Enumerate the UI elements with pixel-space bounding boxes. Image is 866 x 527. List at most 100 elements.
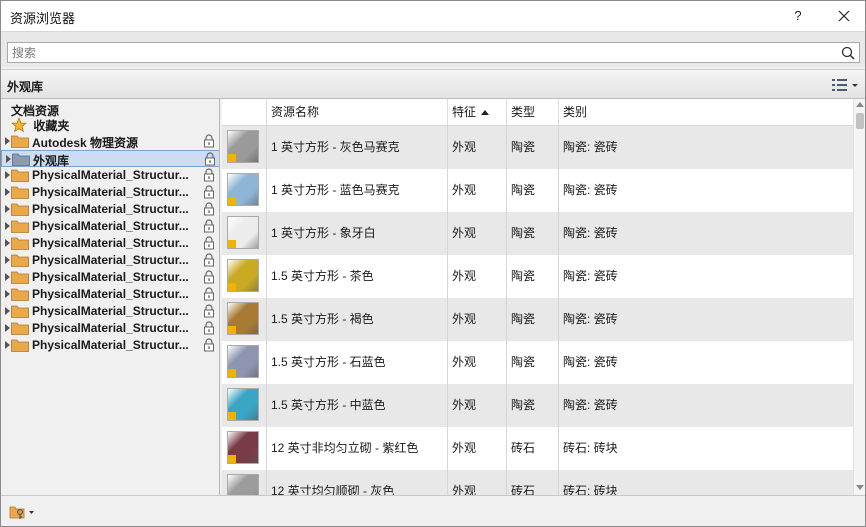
expand-arrow-icon[interactable] (5, 137, 10, 145)
tree-item[interactable]: PhysicalMaterial_Structur... (1, 337, 219, 354)
tree-item[interactable]: PhysicalMaterial_Structur... (1, 201, 219, 218)
help-button[interactable]: ? (783, 5, 813, 27)
tree-item-label: PhysicalMaterial_Structur... (32, 253, 189, 267)
name-cell: 1 英寸方形 - 象牙白 (267, 212, 448, 255)
category-cell: 砖石: 砖块 (563, 441, 618, 455)
tree-item[interactable]: 外观库 (1, 150, 219, 168)
name-cell: 1.5 英寸方形 - 石蓝色 (267, 341, 448, 384)
name-cell: 12 英寸均匀顺砌 - 灰色 (267, 470, 448, 495)
material-swatch (227, 173, 259, 206)
tree-item[interactable]: PhysicalMaterial_Structur... (1, 320, 219, 337)
title-bar: 资源浏览器 ? (1, 1, 865, 31)
scroll-down-arrow-icon[interactable] (856, 485, 864, 490)
folder-icon (11, 271, 29, 284)
view-options-button[interactable] (830, 76, 860, 94)
table-row[interactable]: 1.5 英寸方形 - 茶色 外观 陶瓷 陶瓷: 瓷砖 (222, 255, 853, 298)
expand-arrow-icon[interactable] (5, 205, 10, 213)
bottom-toolbar (1, 495, 865, 526)
list-view-icon (832, 79, 858, 91)
folder-icon (11, 254, 29, 267)
table-row[interactable]: 1.5 英寸方形 - 中蓝色 外观 陶瓷 陶瓷: 瓷砖 (222, 384, 853, 427)
warning-badge-icon (228, 455, 236, 463)
tree-item[interactable]: PhysicalMaterial_Structur... (1, 167, 219, 184)
category-cell: 陶瓷: 瓷砖 (563, 398, 618, 412)
category-cell: 陶瓷: 瓷砖 (563, 355, 618, 369)
tree-item[interactable]: PhysicalMaterial_Structur... (1, 303, 219, 320)
lock-icon (204, 236, 214, 250)
table-row[interactable]: 1.5 英寸方形 - 褐色 外观 陶瓷 陶瓷: 瓷砖 (222, 298, 853, 341)
category-cell: 砖石: 砖块 (563, 484, 618, 495)
favorites-item[interactable]: 收藏夹 (11, 117, 69, 134)
search-icon[interactable] (840, 45, 856, 61)
vertical-scrollbar[interactable] (853, 99, 865, 495)
scrollbar-thumb[interactable] (856, 113, 864, 129)
expand-arrow-icon[interactable] (5, 222, 10, 230)
library-options-button[interactable] (9, 504, 37, 520)
name-cell: 1 英寸方形 - 灰色马赛克 (267, 126, 448, 169)
material-swatch (227, 474, 259, 495)
tree-item-label: Autodesk 物理资源 (32, 136, 139, 150)
tree-item-label: PhysicalMaterial_Structur... (32, 304, 189, 318)
column-header-name[interactable]: 资源名称 (267, 99, 489, 126)
category-cell: 陶瓷: 瓷砖 (563, 312, 618, 326)
feature-cell: 外观 (448, 341, 507, 384)
expand-arrow-icon[interactable] (5, 239, 10, 247)
feature-cell: 外观 (448, 298, 507, 341)
search-row (1, 31, 865, 67)
search-input[interactable] (8, 43, 828, 62)
folder-icon (11, 322, 29, 335)
feature-cell: 外观 (448, 169, 507, 212)
feature-cell: 外观 (448, 212, 507, 255)
expand-arrow-icon[interactable] (5, 341, 10, 349)
lock-icon (204, 338, 214, 352)
type-cell: 陶瓷 (507, 298, 559, 341)
scroll-up-arrow-icon[interactable] (856, 102, 864, 107)
thumbnail-cell (222, 169, 267, 212)
favorites-label: 收藏夹 (33, 119, 70, 133)
expand-arrow-icon[interactable] (5, 324, 10, 332)
expand-arrow-icon[interactable] (5, 256, 10, 264)
close-button[interactable] (829, 5, 859, 27)
table-row[interactable]: 12 英寸非均匀立砌 - 紫红色 外观 砖石 砖石: 砖块 (222, 427, 853, 470)
expand-arrow-icon[interactable] (6, 155, 11, 163)
tree-item[interactable]: PhysicalMaterial_Structur... (1, 235, 219, 252)
column-header-category[interactable]: 类别 (559, 99, 853, 126)
lock-icon (204, 134, 214, 148)
type-cell: 砖石 (507, 470, 559, 495)
tree-item[interactable]: PhysicalMaterial_Structur... (1, 252, 219, 269)
folder-icon (11, 237, 29, 250)
tree-item[interactable]: Autodesk 物理资源 (1, 133, 219, 150)
tree-item[interactable]: PhysicalMaterial_Structur... (1, 286, 219, 303)
lock-icon (204, 287, 214, 301)
column-header-thumbnail[interactable] (222, 99, 267, 126)
category-cell: 陶瓷: 瓷砖 (563, 140, 618, 154)
category-cell: 陶瓷: 瓷砖 (563, 226, 618, 240)
expand-arrow-icon[interactable] (5, 273, 10, 281)
tree-item[interactable]: PhysicalMaterial_Structur... (1, 218, 219, 235)
table-row[interactable]: 12 英寸均匀顺砌 - 灰色 外观 砖石 砖石: 砖块 (222, 470, 853, 495)
column-header-name-label: 资源名称 (271, 105, 320, 119)
table-row[interactable]: 1 英寸方形 - 灰色马赛克 外观 陶瓷 陶瓷: 瓷砖 (222, 126, 853, 169)
table-row[interactable]: 1 英寸方形 - 蓝色马赛克 外观 陶瓷 陶瓷: 瓷砖 (222, 169, 853, 212)
expand-arrow-icon[interactable] (5, 171, 10, 179)
folder-icon (12, 153, 30, 166)
folder-icon (11, 339, 29, 352)
folder-icon (11, 186, 29, 199)
expand-arrow-icon[interactable] (5, 307, 10, 315)
lock-icon (204, 321, 214, 335)
expand-arrow-icon[interactable] (5, 188, 10, 196)
material-swatch (227, 216, 259, 249)
window-title: 资源浏览器 (10, 11, 76, 26)
table-row[interactable]: 1 英寸方形 - 象牙白 外观 陶瓷 陶瓷: 瓷砖 (222, 212, 853, 255)
lock-icon (205, 152, 215, 166)
expand-arrow-icon[interactable] (5, 290, 10, 298)
library-title: 外观库 (7, 80, 44, 94)
tree-item[interactable]: PhysicalMaterial_Structur... (1, 269, 219, 286)
tree-item[interactable]: PhysicalMaterial_Structur... (1, 184, 219, 201)
asset-list: 资源名称 特征 类型 类别 1 英寸方形 - 灰色马赛克 外观 陶瓷 陶瓷: 瓷砖 1 … (222, 99, 853, 495)
name-cell: 1 英寸方形 - 蓝色马赛克 (267, 169, 448, 212)
column-header-feature[interactable]: 特征 (448, 99, 507, 126)
close-icon (838, 10, 850, 22)
table-row[interactable]: 1.5 英寸方形 - 石蓝色 外观 陶瓷 陶瓷: 瓷砖 (222, 341, 853, 384)
column-header-type[interactable]: 类型 (507, 99, 559, 126)
